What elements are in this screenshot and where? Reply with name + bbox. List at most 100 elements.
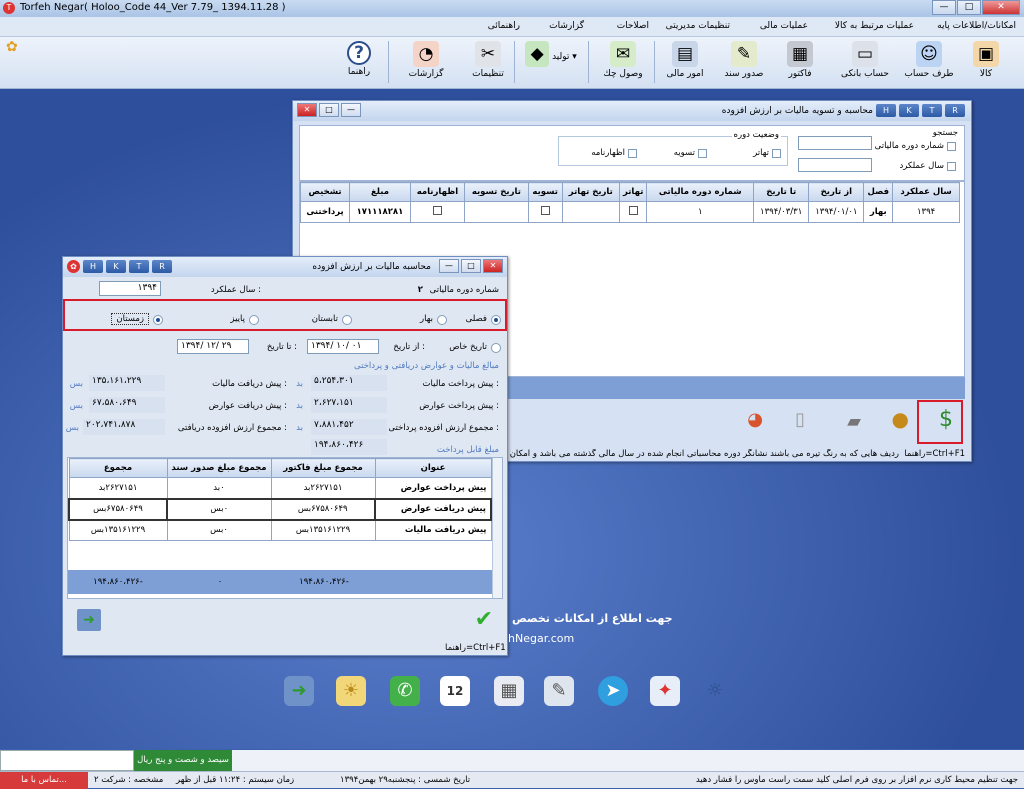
hotkey-t[interactable]: T: [922, 104, 942, 117]
taskbar-input[interactable]: [0, 750, 134, 771]
window-maximize-button[interactable]: □: [319, 103, 339, 117]
col-voucher-sum[interactable]: مجموع مبلغ صدور سند: [166, 458, 272, 478]
col-total[interactable]: مجموع: [68, 458, 168, 478]
calc-hotkey-k[interactable]: K: [106, 260, 126, 273]
toolbar-cheque-button[interactable]: ✉ وصول چك: [600, 39, 646, 85]
table-row[interactable]: ۱۳۹۴ بهار ۱۳۹۴/۰۱/۰۱ ۱۳۹۴/۰۳/۳۱ ۱ ۱۷۱۱۱۸…: [299, 201, 960, 223]
contact-button[interactable]: تماس با ما...: [0, 772, 88, 789]
settle-cell-checkbox[interactable]: [540, 206, 550, 215]
col-amount[interactable]: مبلغ: [349, 182, 411, 202]
col-settle[interactable]: تسویه: [527, 182, 563, 202]
report-chart-icon[interactable]: ◕: [747, 409, 763, 430]
period-no-input[interactable]: [798, 136, 872, 150]
from-date-input[interactable]: ۱۳۹۴/ ۱۰/ ۰۱: [307, 339, 379, 354]
exit-dock-icon[interactable]: ➜: [284, 676, 314, 706]
col-title[interactable]: عنوان: [374, 458, 492, 478]
col-offset-date[interactable]: تاریخ تهاتر: [561, 182, 621, 202]
toolbar-goods-button[interactable]: ▣ کالا: [966, 39, 1006, 85]
menu-reports[interactable]: گزارشات: [549, 21, 584, 31]
toolbar-account-button[interactable]: ☺ طرف حساب: [903, 39, 955, 85]
table-row[interactable]: پیش دریافت مالیات ۱۳۵۱۶۱۲۲۹بس ۰بس ۱۳۵۱۶۱…: [68, 519, 492, 541]
money-bag-icon[interactable]: ●: [892, 407, 909, 431]
menu-finance-ops[interactable]: عملیات مالی: [760, 21, 808, 31]
col-period[interactable]: شماره دوره مالیاتی: [646, 182, 755, 202]
menu-goods-ops[interactable]: عملیات مرتبط به کالا: [835, 21, 914, 31]
offset-checkbox[interactable]: [772, 149, 781, 158]
calc-maximize-button[interactable]: □: [461, 259, 481, 273]
satellite-icon[interactable]: ✦: [650, 676, 680, 706]
declaration-cell-checkbox[interactable]: [432, 206, 442, 215]
spring-label: بهار: [420, 314, 433, 324]
copy-document-icon[interactable]: ▯: [795, 409, 805, 430]
calc-hotkey-t[interactable]: T: [129, 260, 149, 273]
coins-money-icon[interactable]: $: [939, 407, 953, 432]
toolbar-reports-button[interactable]: ◔ گزارشات: [395, 39, 457, 85]
exit-door-icon[interactable]: ➜: [77, 609, 101, 631]
col-diagnosis[interactable]: تشخیص: [299, 182, 351, 202]
calendar-icon[interactable]: 12: [440, 676, 470, 706]
maximize-button[interactable]: □: [957, 0, 981, 15]
calc-hotkey-r[interactable]: R: [152, 260, 172, 273]
year-input[interactable]: ۱۳۹۴: [99, 281, 161, 296]
custom-date-radio[interactable]: [491, 343, 501, 353]
grid-scrollbar[interactable]: [492, 458, 502, 598]
calc-hotkey-h[interactable]: H: [83, 260, 103, 273]
eraser-icon[interactable]: ▰: [847, 411, 861, 432]
calculator-dock-icon[interactable]: ▦: [494, 676, 524, 706]
hotkey-r[interactable]: R: [945, 104, 965, 117]
notepad-icon[interactable]: ✎: [544, 676, 574, 706]
phone-icon[interactable]: ✆: [390, 676, 420, 706]
calc-minimize-button[interactable]: —: [439, 259, 459, 273]
toolbar-invoice-button[interactable]: ▦ فاکتور: [780, 39, 820, 85]
settle-checkbox[interactable]: [698, 149, 707, 158]
table-row[interactable]: پیش دریافت عوارض ۶۷۵۸۰۶۴۹بس ۰بس ۶۷۵۸۰۶۴۹…: [68, 497, 492, 521]
col-year[interactable]: سال عملکرد: [892, 182, 960, 202]
winter-radio[interactable]: [153, 315, 163, 325]
summer-radio[interactable]: [342, 315, 352, 325]
col-to[interactable]: تا تاریخ: [753, 182, 810, 202]
col-declaration[interactable]: اظهارنامه: [409, 182, 465, 202]
hotkey-h[interactable]: H: [876, 104, 896, 117]
window-minimize-button[interactable]: —: [341, 103, 361, 117]
col-invoice-sum[interactable]: مجموع مبلغ فاکتور: [270, 458, 376, 478]
toolbar-production-button[interactable]: ◆ تولید ▾: [520, 39, 582, 85]
col-from[interactable]: از تاریخ: [808, 182, 865, 202]
bank-card-icon: ▭: [852, 41, 878, 67]
year-checkbox[interactable]: [947, 162, 956, 171]
table-row[interactable]: پیش پرداخت عوارض ۲۶۲۷۱۵۱بد ۰بد ۲۶۲۷۱۵۱بد: [68, 477, 492, 499]
col-season[interactable]: فصل: [863, 182, 894, 202]
period-no-checkbox[interactable]: [947, 142, 956, 151]
toolbar-voucher-button[interactable]: ✎ صدور سند: [720, 39, 768, 85]
menu-base-info[interactable]: امکانات/اطلاعات پایه: [937, 21, 1016, 31]
toolbar-bank-button[interactable]: ▭ حساب بانکی: [836, 39, 894, 85]
weather-icon[interactable]: ☀: [336, 676, 366, 706]
to-date-input[interactable]: ۱۳۹۴/ ۱۲/ ۲۹: [177, 339, 249, 354]
offset-cell-checkbox[interactable]: [628, 206, 638, 215]
col-offset[interactable]: تهاتر: [618, 182, 648, 202]
toolbar-finance-button[interactable]: ▤ امور مالی: [660, 39, 710, 85]
close-button[interactable]: ✕: [982, 0, 1020, 15]
app-titlebar: T Torfeh Negar( Holoo_Code 44_Ver 7.79_ …: [0, 0, 1024, 17]
col-settle-date[interactable]: تاریخ تسویه: [463, 182, 529, 202]
window-close-button[interactable]: ✕: [297, 103, 317, 117]
menu-admin-settings[interactable]: تنظیمات مدیریتی: [666, 21, 730, 31]
promo-line-1: جهت اطلاع از امکانات تخصص: [512, 612, 673, 625]
telegram-icon[interactable]: ➤: [598, 676, 628, 706]
menu-help[interactable]: راهنمائی: [488, 21, 520, 31]
palette-icon[interactable]: ✿: [6, 39, 18, 55]
toolbar-help-button[interactable]: ? راهنما: [338, 39, 380, 85]
confirm-check-icon[interactable]: ✔: [475, 607, 493, 632]
spring-radio[interactable]: [437, 315, 447, 325]
autumn-radio[interactable]: [249, 315, 259, 325]
declaration-checkbox[interactable]: [628, 149, 637, 158]
hotkey-k[interactable]: K: [899, 104, 919, 117]
seasonal-radio[interactable]: [491, 315, 501, 325]
brand-logo-icon[interactable]: ☼: [700, 676, 730, 706]
menu-corrections[interactable]: اصلاحات: [617, 21, 649, 31]
year-input[interactable]: [798, 158, 872, 172]
minimize-button[interactable]: —: [932, 0, 956, 15]
cheque-icon: ✉: [610, 41, 636, 67]
chart-icon: ◔: [413, 41, 439, 67]
calc-close-button[interactable]: ✕: [483, 259, 503, 273]
toolbar-settings-button[interactable]: ✂ تنظیمات: [466, 39, 510, 85]
